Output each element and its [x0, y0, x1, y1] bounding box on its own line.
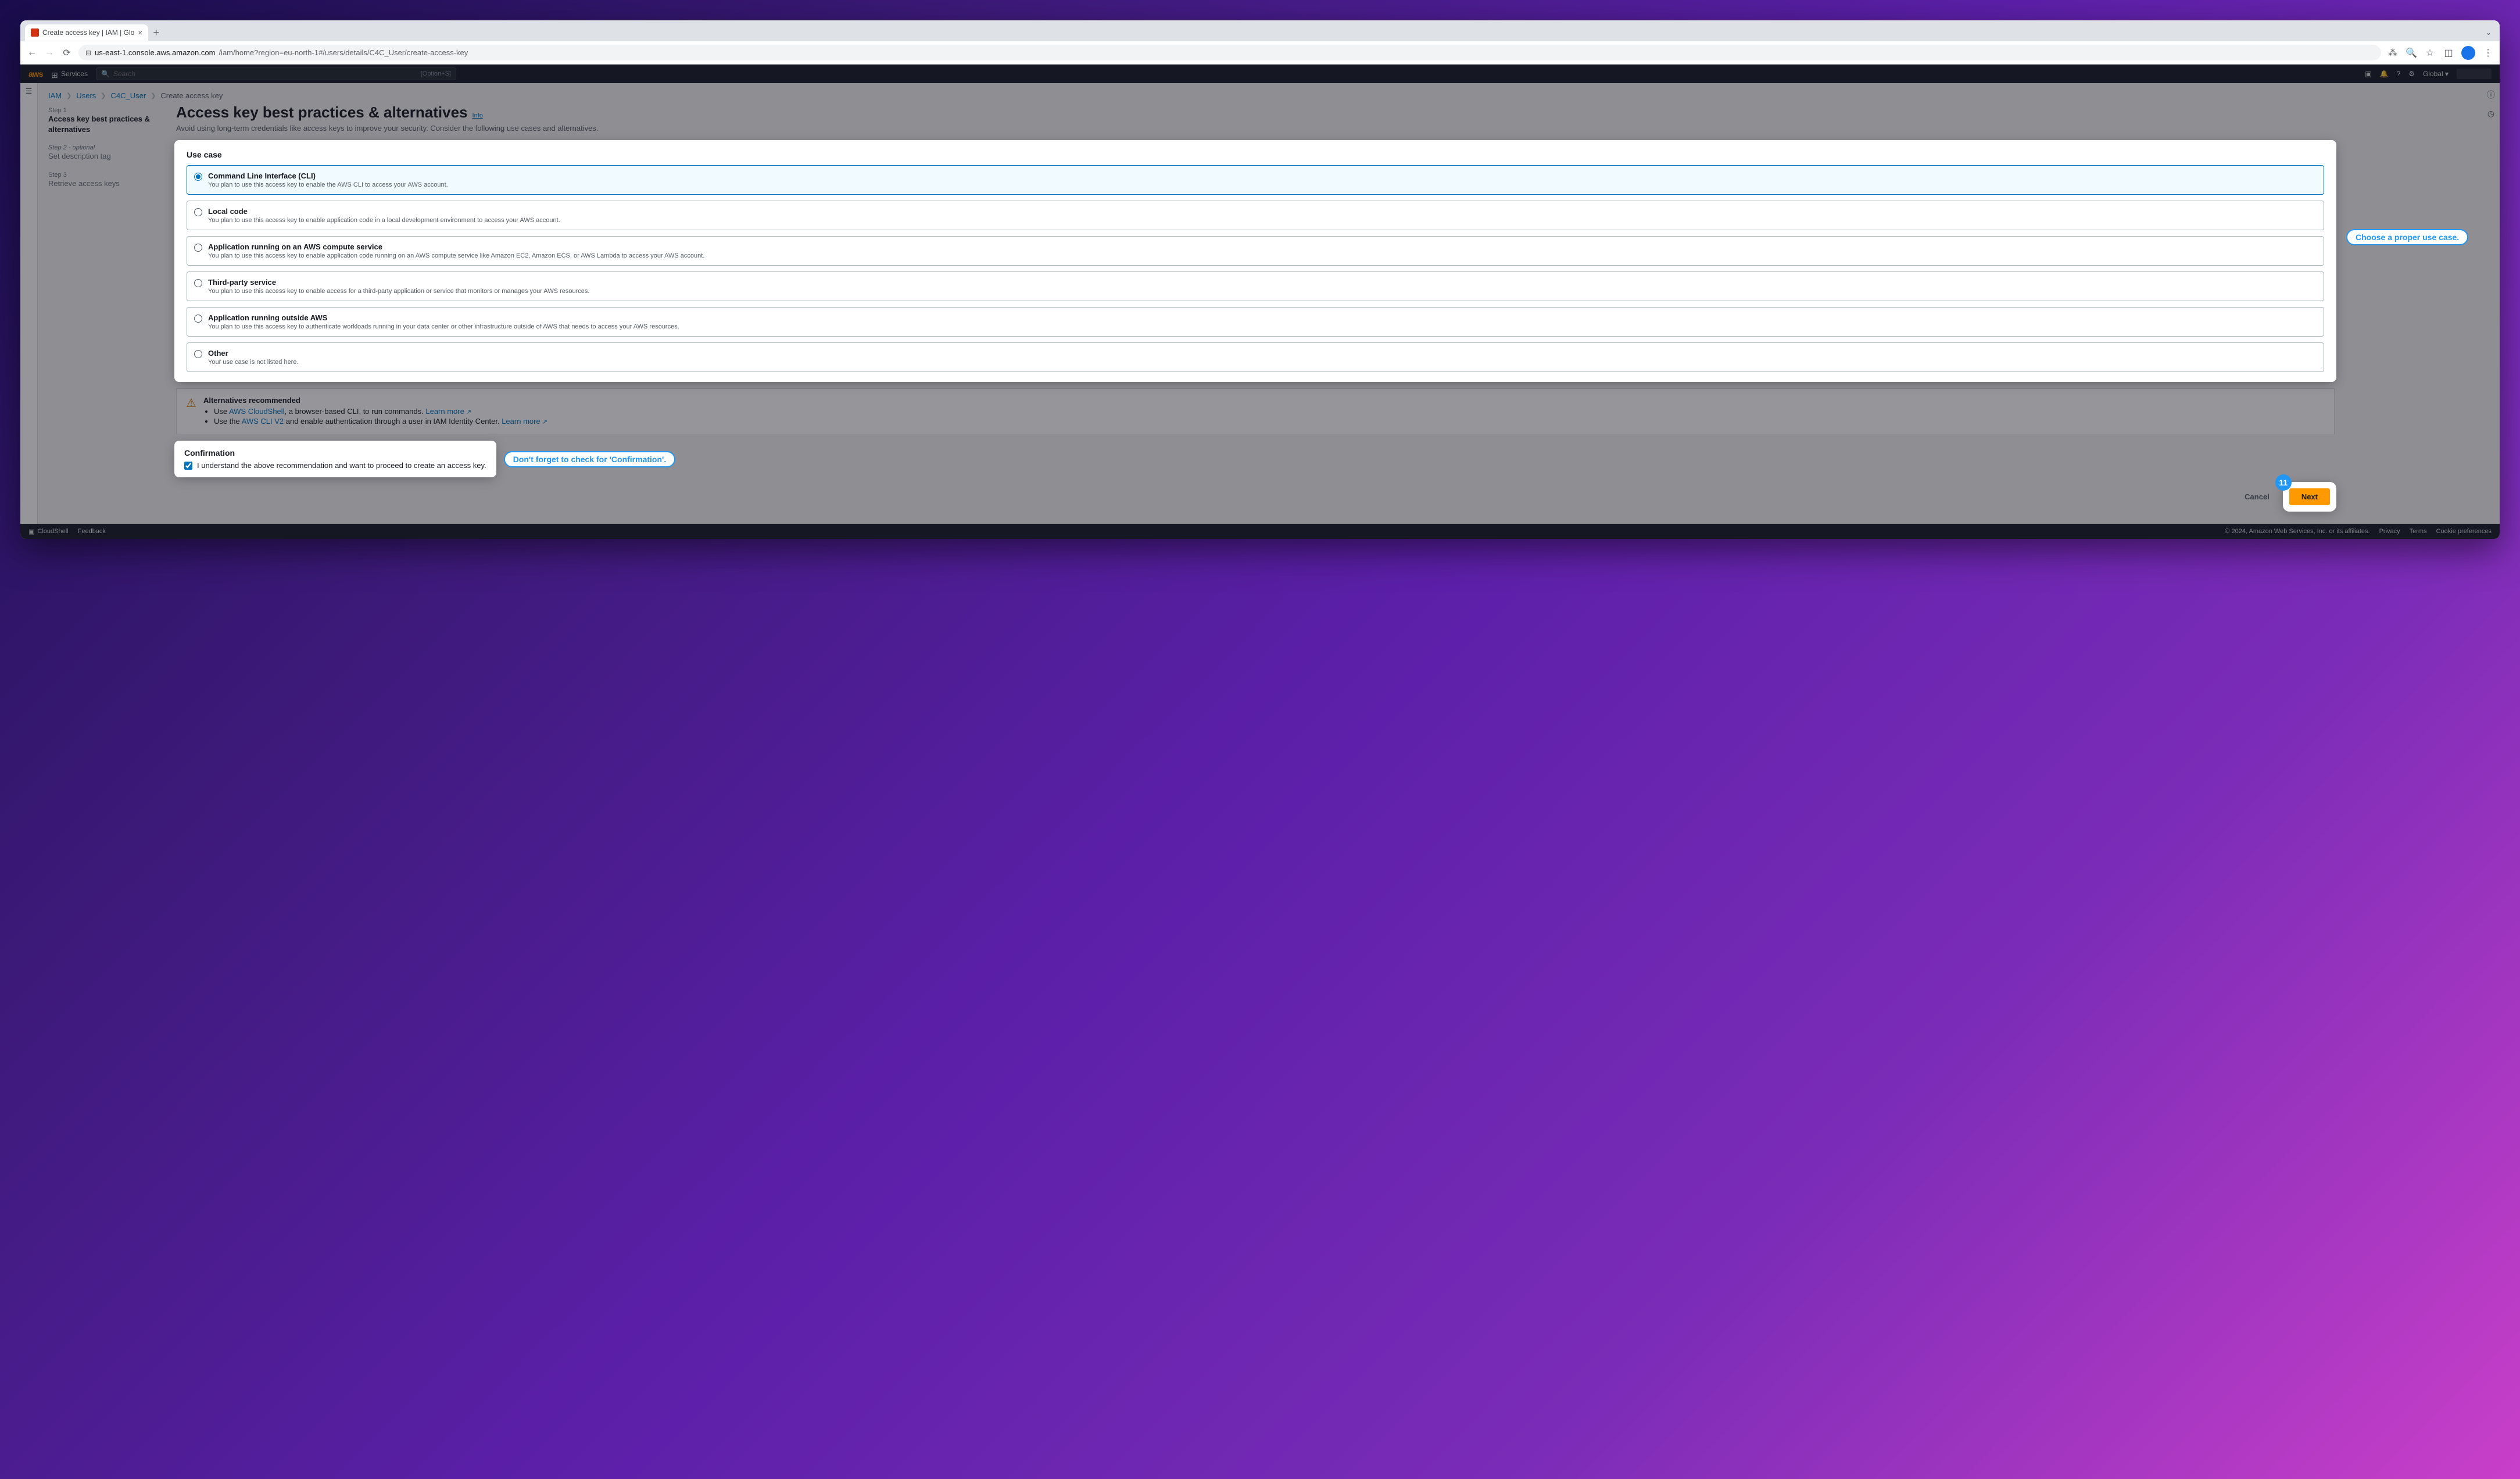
url-host: us-east-1.console.aws.amazon.com: [95, 48, 215, 57]
wizard-step-2[interactable]: Step 2 - optional Set description tag: [48, 144, 159, 162]
aws-search-bar[interactable]: 🔍 [Option+S]: [96, 67, 456, 80]
notifications-icon[interactable]: 🔔: [2380, 70, 2389, 78]
annotation-step-badge: 11: [2275, 474, 2292, 491]
chevron-right-icon: ❯: [151, 92, 156, 99]
search-shortcut-hint: [Option+S]: [421, 70, 451, 77]
usecase-option-other[interactable]: Other Your use case is not listed here.: [187, 342, 2324, 372]
breadcrumb-users[interactable]: Users: [76, 91, 96, 100]
info-link[interactable]: Info: [472, 112, 483, 119]
reload-button[interactable]: ⟳: [61, 47, 73, 59]
chevron-right-icon: ❯: [66, 92, 71, 99]
annotation-confirmation-tip: Don't forget to check for 'Confirmation'…: [504, 451, 676, 467]
alternative-item-cloudshell: Use AWS CloudShell, a browser-based CLI,…: [214, 407, 2325, 416]
learn-more-link[interactable]: Learn more: [425, 407, 471, 416]
cli-v2-link[interactable]: AWS CLI V2: [242, 417, 284, 426]
region-selector[interactable]: Global ▾: [2423, 70, 2449, 78]
footer-feedback[interactable]: Feedback: [78, 528, 106, 535]
usecase-option-local-code[interactable]: Local code You plan to use this access k…: [187, 201, 2324, 230]
terminal-icon: ▣: [28, 528, 34, 535]
zoom-icon[interactable]: 🔍: [2406, 47, 2417, 59]
cancel-button[interactable]: Cancel: [2235, 489, 2279, 505]
learn-more-link[interactable]: Learn more: [502, 417, 547, 426]
radio-icon: [194, 279, 202, 287]
url-path: /iam/home?region=eu-north-1#/users/detai…: [219, 48, 468, 57]
right-tools-strip: ⓘ ◷: [2482, 83, 2500, 524]
confirmation-label: I understand the above recommendation an…: [197, 461, 486, 470]
hamburger-icon[interactable]: ☰: [26, 87, 33, 96]
browser-menu-icon[interactable]: ⋮: [2482, 47, 2494, 59]
wizard-steps-nav: Step 1 Access key best practices & alter…: [48, 103, 159, 510]
confirmation-checkbox[interactable]: [184, 462, 192, 470]
wizard-action-row: Cancel 11 Next: [176, 484, 2335, 510]
confirmation-checkbox-row[interactable]: I understand the above recommendation an…: [184, 461, 486, 470]
footer-terms[interactable]: Terms: [2410, 528, 2427, 535]
usecase-option-third-party[interactable]: Third-party service You plan to use this…: [187, 271, 2324, 301]
bookmark-icon[interactable]: ☆: [2424, 47, 2436, 59]
radio-icon: [194, 208, 202, 216]
cloudshell-icon[interactable]: ▣: [2365, 70, 2371, 78]
alternative-item-cli-v2: Use the AWS CLI V2 and enable authentica…: [214, 417, 2325, 426]
account-menu[interactable]: [2457, 69, 2492, 79]
chevron-right-icon: ❯: [101, 92, 106, 99]
wizard-step-3[interactable]: Step 3 Retrieve access keys: [48, 172, 159, 189]
footer-copyright: © 2024, Amazon Web Services, Inc. or its…: [2225, 528, 2369, 535]
usecase-heading: Use case: [187, 150, 2324, 159]
usecase-option-cli[interactable]: Command Line Interface (CLI) You plan to…: [187, 165, 2324, 195]
aws-search-input[interactable]: [113, 70, 417, 78]
address-bar[interactable]: ⊟ us-east-1.console.aws.amazon.com/iam/h…: [78, 45, 2381, 60]
services-menu[interactable]: Services: [51, 70, 88, 78]
radio-icon: [194, 315, 202, 323]
confirmation-heading: Confirmation: [184, 448, 486, 458]
aws-footer: ▣ CloudShell Feedback © 2024, Amazon Web…: [20, 524, 2500, 539]
close-tab-icon[interactable]: ×: [138, 28, 142, 37]
alternatives-alert: ⚠ Alternatives recommended Use AWS Cloud…: [176, 388, 2335, 434]
settings-icon[interactable]: ⚙: [2408, 70, 2415, 78]
usecase-option-outside-aws[interactable]: Application running outside AWS You plan…: [187, 307, 2324, 337]
breadcrumb-user[interactable]: C4C_User: [111, 91, 146, 100]
alternatives-heading: Alternatives recommended: [203, 396, 2325, 405]
radio-icon: [194, 350, 202, 358]
grid-icon: [51, 70, 58, 77]
info-panel-icon[interactable]: ⓘ: [2487, 89, 2495, 101]
extensions-icon[interactable]: ◫: [2443, 47, 2454, 59]
breadcrumb-iam[interactable]: IAM: [48, 91, 62, 100]
profile-avatar[interactable]: [2461, 46, 2475, 60]
warning-icon: ⚠: [186, 396, 196, 427]
breadcrumb: IAM ❯ Users ❯ C4C_User ❯ Create access k…: [48, 91, 2468, 100]
usecase-option-compute-service[interactable]: Application running on an AWS compute se…: [187, 236, 2324, 266]
forward-button[interactable]: →: [44, 48, 55, 58]
footer-cookies[interactable]: Cookie preferences: [2436, 528, 2492, 535]
browser-tab-strip: Create access key | IAM | Glo × + ⌄: [20, 20, 2500, 41]
help-icon[interactable]: ?: [2397, 70, 2401, 78]
tab-favicon: [31, 28, 39, 37]
aws-logo[interactable]: aws: [28, 69, 43, 78]
radio-icon: [194, 173, 202, 181]
footer-privacy[interactable]: Privacy: [2379, 528, 2400, 535]
page-subtitle: Avoid using long-term credentials like a…: [176, 124, 2468, 133]
next-button[interactable]: Next: [2289, 488, 2330, 505]
confirmation-panel: Confirmation I understand the above reco…: [176, 442, 495, 476]
browser-toolbar: ← → ⟳ ⊟ us-east-1.console.aws.amazon.com…: [20, 41, 2500, 65]
radio-icon: [194, 244, 202, 252]
clock-icon[interactable]: ◷: [2487, 109, 2494, 119]
tab-title: Create access key | IAM | Glo: [42, 28, 134, 37]
aws-top-nav: aws Services 🔍 [Option+S] ▣ 🔔 ? ⚙ Global…: [20, 65, 2500, 83]
page-title: Access key best practices & alternatives…: [176, 103, 2468, 122]
footer-cloudshell[interactable]: ▣ CloudShell: [28, 528, 69, 535]
new-tab-button[interactable]: +: [153, 27, 159, 39]
translate-icon[interactable]: ⁂: [2387, 47, 2399, 59]
site-info-icon[interactable]: ⊟: [85, 49, 91, 57]
back-button[interactable]: ←: [26, 48, 38, 58]
breadcrumb-current: Create access key: [160, 91, 223, 100]
next-button-highlight: Next: [2285, 484, 2335, 510]
annotation-usecase-tip: Choose a proper use case.: [2346, 229, 2468, 245]
browser-tab[interactable]: Create access key | IAM | Glo ×: [25, 24, 148, 41]
wizard-step-1[interactable]: Step 1 Access key best practices & alter…: [48, 107, 159, 135]
usecase-panel: Use case Command Line Interface (CLI) Yo…: [176, 142, 2335, 380]
cloudshell-link[interactable]: AWS CloudShell: [229, 407, 285, 416]
search-icon: 🔍: [101, 70, 110, 78]
tabs-dropdown-icon[interactable]: ⌄: [2485, 28, 2495, 37]
sidebar-toggle-strip: ☰: [20, 83, 38, 524]
